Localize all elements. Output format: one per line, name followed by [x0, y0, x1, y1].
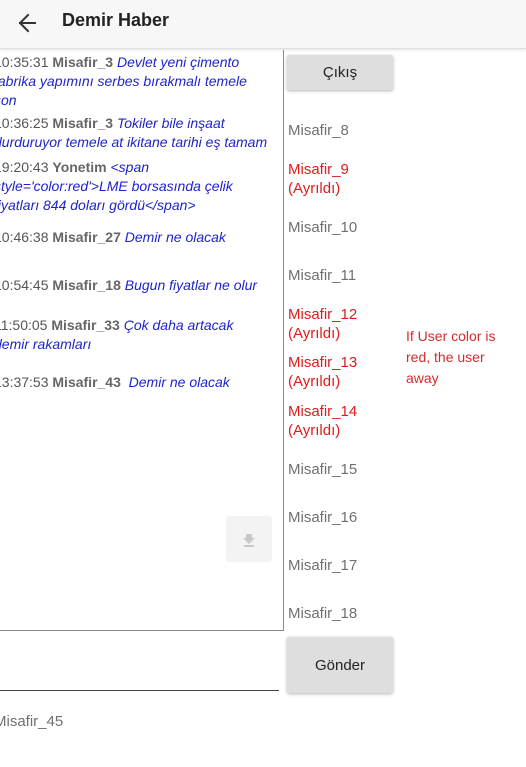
- message-text: <span: [110, 159, 150, 175]
- message-time: 11:50:05: [0, 317, 48, 333]
- message-time: 10:35:31: [0, 54, 49, 70]
- user-list-item[interactable]: Misafir_11: [288, 266, 398, 285]
- chat-messages-panel[interactable]: 10:35:31 Misafir_3 Devlet yeni çimento f…: [0, 50, 284, 631]
- user-name: Misafir_14: [288, 403, 358, 420]
- message-time: 10:36:25: [0, 115, 49, 131]
- user-status: (Ayrıldı): [288, 180, 341, 197]
- message-text: son: [0, 92, 17, 108]
- user-status: (Ayrıldı): [288, 373, 341, 390]
- chat-message: 10:46:38 Misafir_27 Demir ne olacak: [0, 228, 280, 247]
- download-arrow-icon: [243, 534, 255, 547]
- message-text: fabrika yapımını serbes bırakmalı temele: [0, 73, 247, 89]
- message-text: Tokiler bile inşaat: [116, 115, 225, 131]
- scroll-down-button[interactable]: [226, 516, 272, 562]
- message-text: Devlet yeni çimento: [116, 54, 240, 70]
- message-text: fiyatları 844 doları gördü</span>: [0, 197, 196, 213]
- chat-message: 11:50:05 Misafir_33 Çok daha artacak dem…: [0, 316, 280, 354]
- back-button[interactable]: [8, 6, 42, 40]
- chat-message: 19:20:43 Yonetim <span style='color:red'…: [0, 158, 280, 215]
- user-name: Misafir_9: [288, 161, 349, 178]
- user-list-item[interactable]: Misafir_13 (Ayrıldı): [288, 353, 398, 391]
- chat-message: 10:36:25 Misafir_3 Tokiler bile inşaat d…: [0, 114, 280, 152]
- message-user: Misafir_3: [52, 54, 114, 70]
- message-user: Misafir_43: [52, 374, 121, 390]
- user-name: Misafir_10: [288, 219, 358, 236]
- arrow-left-icon: [18, 13, 36, 33]
- send-button[interactable]: Gönder: [287, 637, 393, 693]
- user-list-item[interactable]: Misafir_10: [288, 218, 398, 237]
- user-list-item[interactable]: Misafir_18: [288, 604, 398, 623]
- current-user-label: Misafir_45: [0, 713, 64, 730]
- user-name: Misafir_18: [288, 605, 358, 622]
- message-user: Misafir_18: [52, 277, 121, 293]
- user-list-item[interactable]: Misafir_17: [288, 556, 398, 575]
- message-time: 13:37:53: [0, 374, 49, 390]
- user-status: (Ayrıldı): [288, 422, 341, 439]
- app-title: Demir Haber: [62, 10, 170, 30]
- message-text: style='color:red'>LME borsasında çelik: [0, 178, 233, 194]
- user-name: Misafir_16: [288, 509, 358, 526]
- user-list-item[interactable]: Misafir_16: [288, 508, 398, 527]
- chat-message: 13:37:53 Misafir_43 Demir ne olacak: [0, 373, 280, 392]
- message-user: Misafir_3: [52, 115, 114, 131]
- message-time: 10:54:45: [0, 277, 49, 293]
- user-name: Misafir_15: [288, 461, 358, 478]
- user-list-item[interactable]: Misafir_12 (Ayrıldı): [288, 305, 398, 343]
- user-status: (Ayrıldı): [288, 325, 341, 342]
- message-time: 10:46:38: [0, 229, 49, 245]
- user-list-item[interactable]: Misafir_8: [288, 121, 398, 140]
- user-name: Misafir_17: [288, 557, 358, 574]
- chat-message: 10:35:31 Misafir_3 Devlet yeni çimento f…: [0, 53, 280, 110]
- app-bar: Demir Haber: [0, 0, 526, 49]
- user-list-item[interactable]: Misafir_9 (Ayrıldı): [288, 160, 398, 198]
- away-color-note: If User color is red, the user away: [406, 328, 496, 386]
- user-name: Misafir_12: [288, 306, 358, 323]
- message-text: Demir ne olacak: [124, 374, 230, 390]
- message-input[interactable]: [0, 646, 279, 691]
- message-user: Misafir_33: [51, 317, 120, 333]
- message-user: Misafir_27: [52, 229, 121, 245]
- user-name: Misafir_13: [288, 354, 358, 371]
- user-list-item[interactable]: Misafir_15: [288, 460, 398, 479]
- message-user: Yonetim: [52, 159, 107, 175]
- message-text: durduruyor temele at ikitane tarihi eş t…: [0, 134, 268, 150]
- message-text: Çok daha artacak: [123, 317, 234, 333]
- message-text: demir rakamları: [0, 336, 92, 352]
- user-name: Misafir_8: [288, 122, 349, 139]
- message-text: Demir ne olacak: [124, 229, 226, 245]
- user-list-item[interactable]: Misafir_14 (Ayrıldı): [288, 402, 398, 440]
- chat-message: 10:54:45 Misafir_18 Bugun fiyatlar ne ol…: [0, 276, 280, 295]
- message-time: 19:20:43: [0, 159, 49, 175]
- message-text: Bugun fiyatlar ne olur: [124, 277, 258, 293]
- exit-button[interactable]: Çıkış: [287, 55, 393, 90]
- user-name: Misafir_11: [288, 267, 357, 284]
